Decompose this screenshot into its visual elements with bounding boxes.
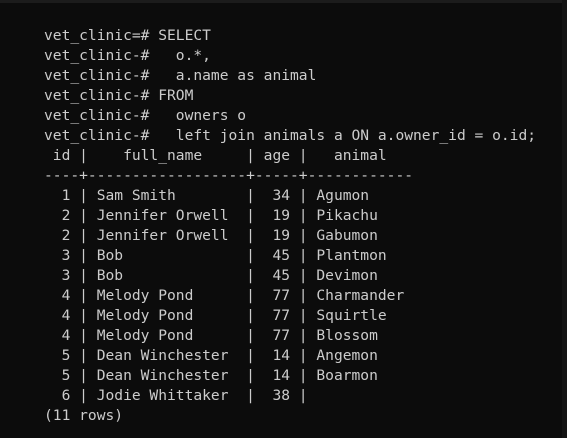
- result-header: id | full_name | age | animal: [44, 147, 387, 164]
- table-row: 2 | Jennifer Orwell | 19 | Gabumon: [44, 227, 378, 244]
- table-row: 5 | Dean Winchester | 14 | Boarmon: [44, 367, 378, 384]
- result-separator: ----+------------------+-----+----------…: [44, 167, 414, 184]
- table-row: 2 | Jennifer Orwell | 19 | Pikachu: [44, 207, 378, 224]
- table-row: 3 | Bob | 45 | Plantmon: [44, 247, 387, 264]
- table-row: 4 | Melody Pond | 77 | Charmander: [44, 287, 405, 304]
- table-row: 4 | Melody Pond | 77 | Squirtle: [44, 307, 387, 324]
- table-row: 4 | Melody Pond | 77 | Blossom: [44, 327, 378, 344]
- prompt-line-join: vet_clinic-# left join animals a ON a.ow…: [44, 127, 537, 144]
- table-row: 6 | Jodie Whittaker | 38 |: [44, 387, 308, 404]
- prompt-line-columns: vet_clinic-# o.*,: [44, 47, 211, 64]
- prompt-line-select: vet_clinic=# SELECT: [44, 27, 211, 44]
- scrollbar-track[interactable]: [562, 0, 567, 438]
- terminal-window[interactable]: vet_clinic=# SELECT vet_clinic-# o.*, vet_…: [0, 0, 567, 438]
- row-count: (11 rows): [44, 407, 124, 424]
- table-row: 3 | Bob | 45 | Devimon: [44, 267, 378, 284]
- prompt-line-table: vet_clinic-# owners o: [44, 107, 247, 124]
- table-row: 1 | Sam Smith | 34 | Agumon: [44, 187, 370, 204]
- prompt-line-from: vet_clinic-# FROM: [44, 87, 194, 104]
- prompt-line-alias: vet_clinic-# a.name as animal: [44, 67, 317, 84]
- table-row: 5 | Dean Winchester | 14 | Angemon: [44, 347, 378, 364]
- terminal-output: vet_clinic=# SELECT vet_clinic-# o.*, vet_…: [44, 26, 536, 426]
- window-top-border: [0, 0, 567, 3]
